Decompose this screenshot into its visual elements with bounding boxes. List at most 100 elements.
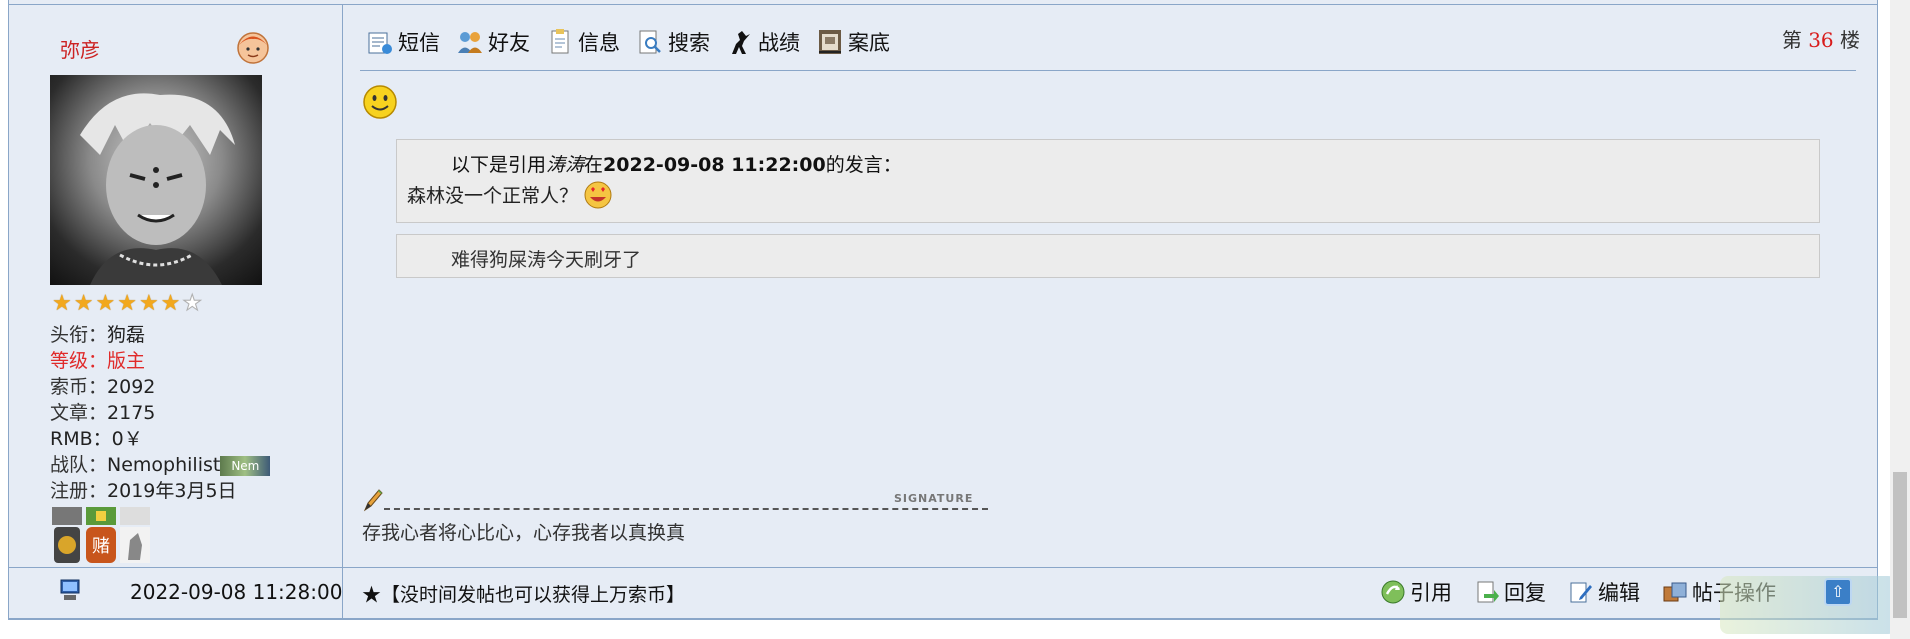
star-empty-icon: ★ (182, 291, 203, 316)
top-border (8, 4, 1878, 5)
svg-text:赌: 赌 (92, 536, 110, 557)
search-icon (639, 30, 661, 54)
message-button[interactable]: 短信 (366, 27, 440, 57)
user-medals: 赌 (50, 505, 152, 565)
knight-medal-icon (120, 507, 150, 563)
star-filled-icon: ★ (52, 291, 72, 316)
posts-value: 2175 (107, 402, 156, 424)
post-actions: 引用 回复 编辑 帖子操作 (1380, 577, 1776, 607)
user-info: 头衔：狗磊 等级：版主 索币：2092 文章：2175 RMB：0￥ 战队：Ne… (50, 322, 271, 504)
quote-body: 森林没一个正常人？ (407, 178, 614, 210)
title-label: 头衔： (50, 324, 108, 346)
star-filled-icon: ★ (73, 291, 94, 316)
title-value: 狗磊 (107, 324, 146, 346)
user-rmb-row: RMB：0￥ (50, 426, 270, 452)
quote-label: 引用 (1410, 581, 1452, 605)
reply-block: 难得狗屎涛今天刷牙了 (396, 234, 1820, 278)
level-label: 等级： (50, 350, 108, 372)
post-time: 2022-09-08 11:28:00 (130, 580, 343, 604)
search-label: 搜索 (668, 31, 710, 55)
user-rating-stars: ★ ★ ★ ★ ★ ★ ★ (52, 291, 203, 316)
quote-icon (1381, 580, 1405, 604)
pencil-icon (363, 489, 383, 512)
record-label: 战绩 (758, 31, 800, 55)
register-value: 2019年3月5日 (107, 480, 237, 502)
user-coins-row: 索币：2092 (50, 374, 270, 400)
user-posts-row: 文章：2175 (50, 400, 270, 426)
footer-divider (8, 567, 1878, 568)
quote-author[interactable]: 涛涛 (546, 154, 584, 176)
computer-icon (60, 579, 80, 600)
info-button[interactable]: 信息 (546, 27, 620, 57)
site-watermark-logo (1720, 576, 1896, 634)
case-button[interactable]: 案底 (816, 27, 890, 57)
quote-text: 森林没一个正常人？ (407, 184, 579, 207)
info-label: 信息 (578, 31, 620, 55)
user-title-row: 头衔：狗磊 (50, 322, 270, 348)
column-divider (342, 4, 343, 618)
record-button[interactable]: 战绩 (726, 27, 800, 57)
edit-button[interactable]: 编辑 (1568, 577, 1640, 607)
friends-icon (458, 32, 482, 53)
level-value: 版主 (107, 350, 146, 372)
quote-datetime: 2022-09-08 11:22:00 (603, 154, 826, 176)
user-face-icon (237, 32, 269, 64)
user-team-row: 战队：Nemophilist Nem (50, 452, 271, 478)
scrollbar-thumb[interactable] (1893, 472, 1907, 618)
star-filled-icon: ★ (160, 291, 181, 316)
reply-text: 难得狗屎涛今天刷牙了 (451, 249, 642, 271)
signature-label: SIGNATURE (894, 492, 974, 505)
edit-label: 编辑 (1598, 581, 1640, 605)
rmb-value: 0￥ (111, 428, 143, 450)
star-filled-icon: ★ (95, 291, 116, 316)
medal-icon (52, 507, 82, 563)
floor-suffix: 楼 (1840, 28, 1860, 52)
toolbar-rule (360, 70, 1856, 71)
avatar-portrait-icon (80, 93, 235, 285)
floor-value: 36 (1808, 28, 1834, 52)
tools-icon (1663, 582, 1687, 602)
notice-link[interactable]: ★【没时间发帖也可以获得上万索币】 (362, 580, 685, 607)
quote-suffix: 的发言： (825, 154, 902, 176)
friends-label: 好友 (488, 31, 530, 55)
signature-text: 存我心者将心比心，心存我者以真换真 (362, 522, 686, 544)
coins-value: 2092 (107, 376, 156, 398)
shooter-icon (732, 31, 750, 54)
star-filled-icon: ★ (138, 291, 159, 316)
smiley-icon (363, 85, 397, 119)
message-icon (368, 32, 392, 54)
reply-button[interactable]: 回复 (1474, 577, 1546, 607)
case-file-icon (819, 30, 841, 54)
team-badge-icon: Nem (220, 455, 271, 476)
user-avatar[interactable] (50, 75, 262, 285)
quote-block: 以下是引用涛涛在2022-09-08 11:22:00的发言： 森林没一个正常人… (396, 139, 1820, 223)
quote-intro: 以下是引用 (451, 154, 547, 176)
info-icon (551, 29, 569, 54)
post-toolbar: 短信 好友 信息 搜索 战绩 案底 (366, 27, 890, 57)
coins-label: 索币： (50, 376, 108, 398)
quote-button[interactable]: 引用 (1380, 577, 1452, 607)
quote-at: 在 (584, 154, 604, 176)
username-link[interactable]: 弥彦 (60, 34, 100, 63)
star-filled-icon: ★ (117, 291, 137, 316)
reply-label: 回复 (1504, 581, 1546, 605)
message-label: 短信 (398, 31, 440, 55)
team-label: 战队： (50, 454, 108, 476)
team-value[interactable]: Nemophilist (107, 454, 220, 476)
friends-button[interactable]: 好友 (456, 27, 530, 57)
register-label: 注册： (50, 480, 108, 502)
floor-prefix: 第 (1781, 28, 1802, 52)
back-to-top-button[interactable]: ⇧ (1824, 578, 1852, 606)
post-frame (8, 0, 1878, 620)
case-label: 案底 (848, 31, 890, 55)
user-level-row: 等级：版主 (50, 348, 270, 374)
edit-icon (1570, 582, 1592, 603)
heart-eyes-emoji-icon (584, 181, 612, 209)
bottom-border (8, 618, 1878, 620)
quote-header: 以下是引用涛涛在2022-09-08 11:22:00的发言： (451, 150, 902, 177)
posts-label: 文章： (50, 402, 108, 424)
floor-number: 第 36 楼 (1782, 24, 1860, 53)
search-button[interactable]: 搜索 (636, 27, 710, 57)
user-register-row: 注册：2019年3月5日 (50, 478, 270, 504)
reply-icon (1477, 581, 1499, 603)
